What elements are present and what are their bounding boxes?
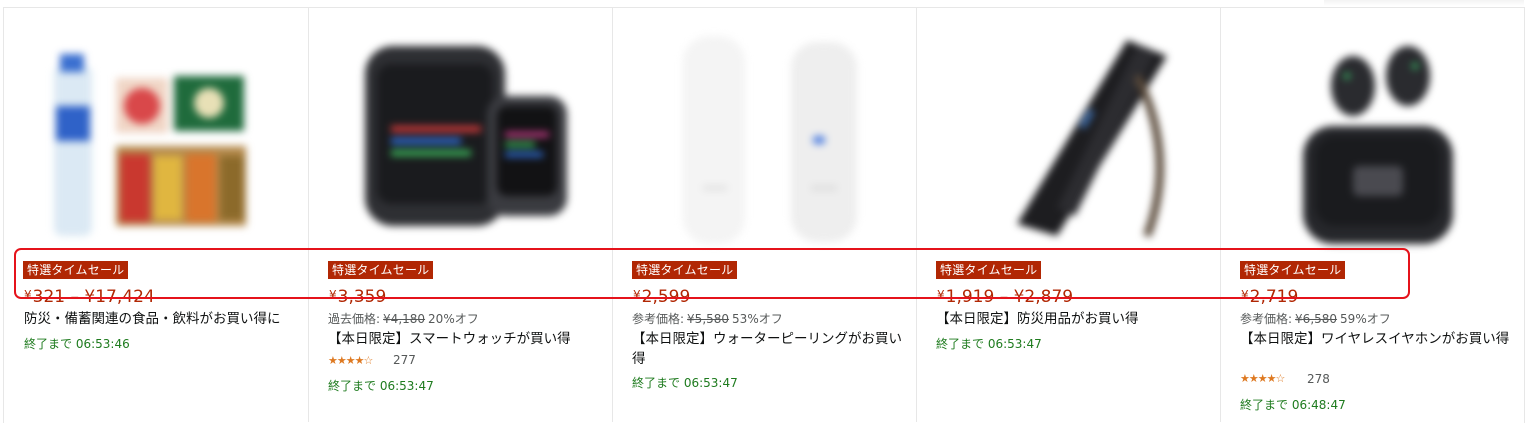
rating-count[interactable]: 278 (1307, 372, 1330, 386)
deal-reference-price: 過去価格: ¥4,180 20%オフ (328, 312, 479, 326)
deal-price: ¥1,919 – ¥2,879 (937, 287, 1074, 307)
water-peeling-image (683, 36, 857, 244)
deal-reference-price: 参考価格: ¥6,580 59%オフ (1240, 312, 1391, 326)
deal-badge: 特選タイムセール (936, 261, 1042, 279)
rating-count[interactable]: 277 (393, 353, 416, 367)
deal-title[interactable]: 【本日限定】スマートウォッチが買い得 (328, 329, 608, 349)
deal-title[interactable]: 防災・備蓄関連の食品・飲料がお買い得に (24, 309, 304, 329)
product-image-food-drinks[interactable] (46, 36, 276, 244)
deal-badge: 特選タイムセール (1240, 261, 1346, 279)
deal-price: ¥321 – ¥17,424 (24, 287, 155, 307)
deal-price: ¥2,719 (1241, 287, 1299, 307)
deal-title[interactable]: 【本日限定】ウォーターピーリングがお買い得 (632, 329, 912, 369)
deal-price: ¥3,359 (329, 287, 387, 307)
flashlight-image (1017, 40, 1167, 238)
product-image-smartwatch[interactable] (347, 36, 577, 244)
deal-badge: 特選タイムセール (23, 261, 129, 279)
deal-badge: 特選タイムセール (328, 261, 434, 279)
deal-reference-price: 参考価格: ¥5,580 53%オフ (632, 312, 783, 326)
deal-card-water-peeling[interactable]: 特選タイムセール ¥2,599 参考価格: ¥5,580 53%オフ 【本日限定】ウ… (612, 8, 917, 422)
deal-card-food[interactable]: 特選タイムセール ¥321 – ¥17,424 防災・備蓄関連の食品・飲料がお買… (4, 8, 308, 422)
deal-timer: 終了まで 06:48:47 (1240, 398, 1346, 412)
deal-badge: 特選タイムセール (632, 261, 738, 279)
product-image-flashlight[interactable] (977, 36, 1207, 244)
top-shadow (1324, 0, 1524, 6)
star-rating-icon: ★★★★☆ (1240, 372, 1285, 385)
deal-price: ¥2,599 (633, 287, 691, 307)
deal-timer: 終了まで 06:53:47 (632, 376, 738, 390)
deal-card-disaster-supplies[interactable]: 特選タイムセール ¥1,919 – ¥2,879 【本日限定】防災用品がお買い得… (916, 8, 1221, 422)
deal-card-wireless-earbuds[interactable]: 特選タイムセール ¥2,719 参考価格: ¥6,580 59%オフ 【本日限定】ワ… (1220, 8, 1521, 422)
deal-timer: 終了まで 06:53:46 (24, 337, 130, 351)
star-rating-icon: ★★★★☆ (328, 354, 373, 367)
smartwatch-image (365, 46, 567, 226)
food-image (54, 54, 246, 236)
earbuds-image (1303, 46, 1453, 244)
deal-timer: 終了まで 06:53:47 (328, 379, 434, 393)
product-image-earbuds[interactable] (1283, 36, 1513, 244)
deal-title[interactable]: 【本日限定】防災用品がお買い得 (936, 309, 1216, 329)
deal-timer: 終了まで 06:53:47 (936, 337, 1042, 351)
deal-card-smartwatch[interactable]: 特選タイムセール ¥3,359 過去価格: ¥4,180 20%オフ 【本日限定】ス… (308, 8, 613, 422)
product-image-water-peeling[interactable] (663, 36, 893, 244)
deal-title[interactable]: 【本日限定】ワイヤレスイヤホンがお買い得 (1240, 329, 1515, 349)
